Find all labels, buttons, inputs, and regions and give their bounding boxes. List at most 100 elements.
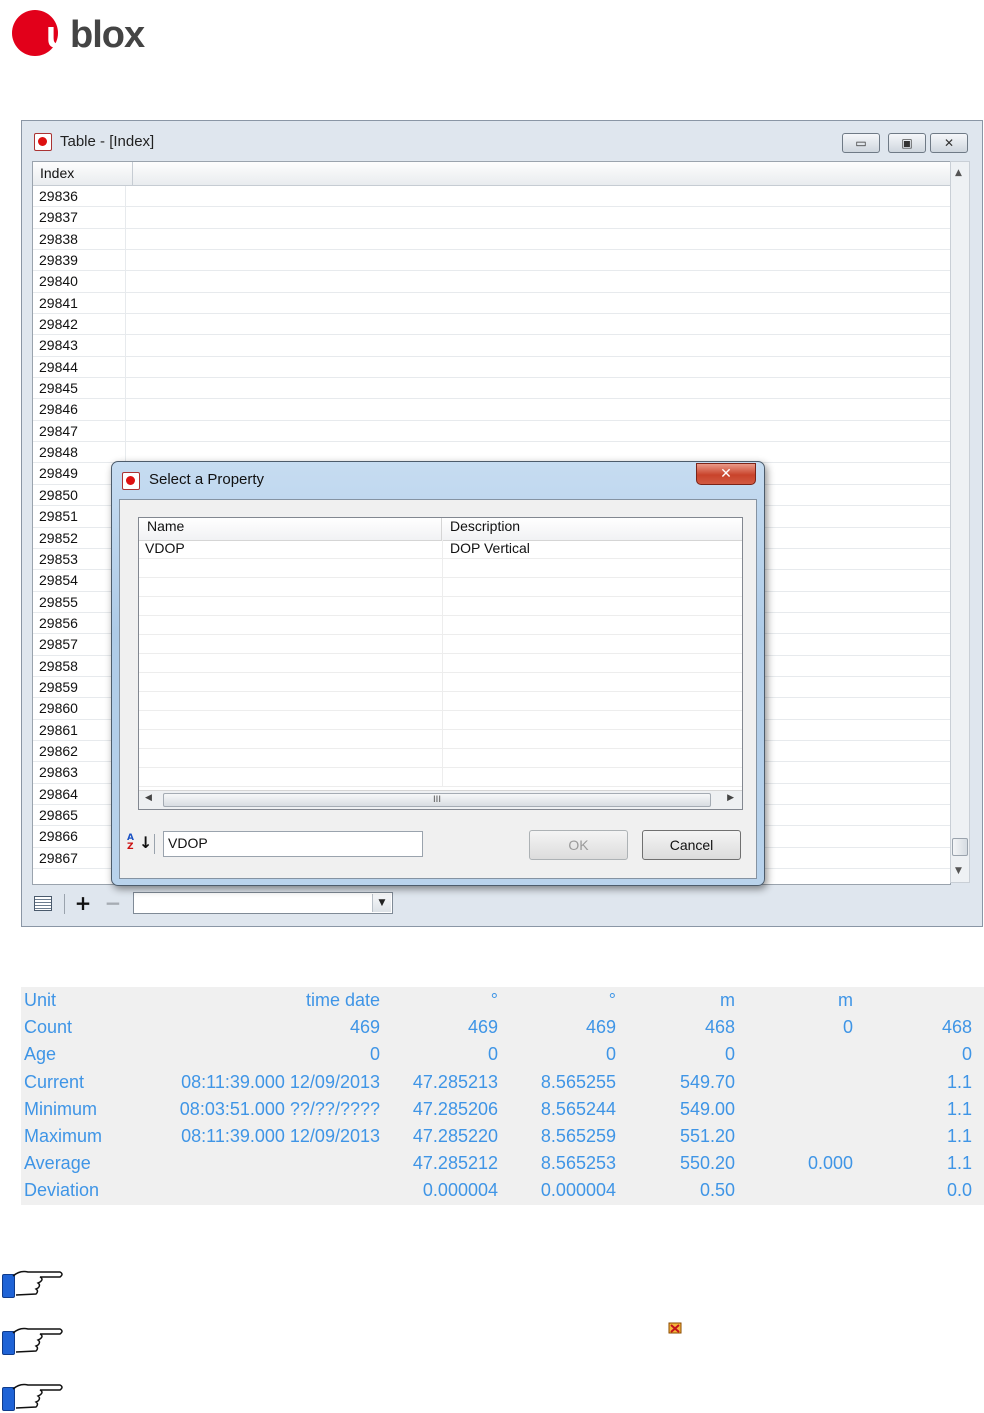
property-filter-input[interactable]: VDOP [163, 831, 423, 857]
property-name [139, 616, 443, 635]
table-row[interactable]: 29844 [33, 356, 950, 379]
hscroll-thumb[interactable]: III [163, 793, 711, 807]
property-description: DOP Vertical [450, 540, 530, 556]
list-item[interactable] [139, 768, 742, 787]
column-select-combo[interactable]: ▼ [133, 892, 393, 914]
table-row[interactable]: 29837 [33, 207, 950, 229]
list-item[interactable] [139, 578, 742, 597]
stats-value: 0 [842, 1017, 853, 1038]
property-list[interactable]: Name Description VDOP DOP Vertical ◀ III … [138, 517, 743, 810]
cancel-button[interactable]: Cancel [642, 830, 741, 860]
column-header-description[interactable]: Description [442, 518, 742, 540]
pointing-hand-icon [2, 1381, 64, 1413]
scroll-right-icon[interactable]: ▶ [727, 793, 734, 803]
stats-value: 8.565255 [540, 1071, 616, 1092]
grid-header: Index [33, 162, 950, 186]
list-item[interactable] [139, 692, 742, 711]
stats-value: 0.000004 [540, 1180, 616, 1201]
stats-value: 550.20 [679, 1153, 735, 1174]
table-row[interactable]: 29839 [33, 250, 950, 272]
property-description [443, 711, 742, 730]
stats-row: Age 0 0 0 0 0 [21, 1041, 984, 1068]
list-view-icon[interactable] [34, 896, 52, 911]
stats-value: 08:03:51.000 ??/??/???? [179, 1098, 380, 1119]
table-row[interactable]: 29836 [33, 186, 950, 208]
stats-value: ° [490, 990, 498, 1010]
dialog-close-button[interactable]: ✕ [696, 463, 756, 485]
stats-label: Count [24, 1017, 73, 1038]
table-row[interactable]: 29842 [33, 314, 950, 336]
logo-u: u [46, 14, 69, 56]
stats-value: 0.50 [699, 1180, 735, 1201]
table-row[interactable]: 29846 [33, 399, 950, 421]
stats-row: Deviation 0.000004 0.000004 0.50 0.0 [21, 1177, 984, 1204]
stats-value: 08:11:39.000 12/09/2013 [181, 1126, 380, 1146]
list-item[interactable] [139, 673, 742, 692]
table-row[interactable]: 29838 [33, 228, 950, 251]
logo-text: blox [70, 14, 145, 56]
scroll-up-icon[interactable]: ▲ [955, 168, 962, 178]
index-cell: 29836 [33, 186, 126, 207]
window-title-bar[interactable]: Table - [Index] ▭ ▣ ✕ [32, 129, 972, 155]
table-row[interactable]: 29847 [33, 420, 950, 443]
stats-value: 47.285213 [412, 1071, 498, 1092]
app-icon[interactable] [34, 133, 52, 151]
stats-label: Minimum [24, 1098, 98, 1119]
list-item[interactable] [139, 597, 742, 616]
property-description [443, 673, 742, 692]
index-cell: 29840 [33, 271, 126, 292]
property-description [443, 635, 742, 654]
list-item[interactable] [139, 616, 742, 635]
index-cell: 29841 [33, 292, 126, 314]
stats-row: Maximum 08:11:39.000 12/09/2013 47.285220 8… [21, 1123, 984, 1150]
list-item[interactable]: VDOP DOP Vertical [139, 540, 742, 559]
table-row[interactable]: 29843 [33, 335, 950, 357]
stats-value: 0 [724, 1044, 735, 1065]
table-row[interactable]: 29840 [33, 271, 950, 293]
stats-label: Age [24, 1044, 57, 1065]
add-column-button[interactable]: + [74, 893, 92, 913]
stats-value: 551.20 [679, 1126, 735, 1146]
scroll-down-icon[interactable]: ▼ [955, 866, 962, 876]
stats-row: Count 469 469 469 468 0 468 [21, 1014, 984, 1041]
scroll-left-icon[interactable]: ◀ [145, 793, 152, 803]
property-name [139, 692, 443, 711]
property-description [443, 692, 742, 711]
list-item[interactable] [139, 730, 742, 749]
property-description [443, 578, 742, 597]
chevron-down-icon[interactable]: ▼ [372, 894, 391, 912]
property-name [139, 597, 443, 616]
ok-button[interactable]: OK [529, 830, 628, 860]
close-button[interactable]: ✕ [930, 133, 968, 153]
table-toolbar: + − ▼ [32, 889, 972, 917]
table-row[interactable]: 29845 [33, 378, 950, 400]
column-header-index[interactable]: Index [33, 162, 133, 185]
sort-separator [154, 834, 155, 854]
minimize-button[interactable]: ▭ [842, 133, 880, 153]
pointing-hand-icon [2, 1325, 64, 1357]
remove-column-button[interactable]: − [104, 893, 122, 913]
horizontal-scrollbar[interactable]: ◀ III ▶ [139, 790, 742, 809]
sort-az-icon[interactable]: AZ ↓ [127, 834, 152, 854]
property-name [139, 768, 443, 787]
maximize-button[interactable]: ▣ [888, 133, 926, 153]
scroll-thumb[interactable] [952, 838, 968, 856]
list-item[interactable] [139, 711, 742, 730]
vertical-scrollbar[interactable]: ▲ ▼ [950, 161, 970, 883]
property-description [443, 768, 742, 787]
stats-value: 0 [961, 1044, 972, 1065]
list-item[interactable] [139, 559, 742, 578]
column-header-name[interactable]: Name [139, 518, 442, 540]
table-row[interactable]: 29841 [33, 292, 950, 315]
list-item[interactable] [139, 654, 742, 673]
toolbar-separator [64, 894, 65, 914]
stats-value: 47.285212 [412, 1153, 498, 1174]
stats-value: 468 [941, 1017, 972, 1038]
property-description [443, 559, 742, 578]
list-item[interactable] [139, 635, 742, 654]
dialog-title: Select a Property [149, 471, 265, 488]
stats-row: Minimum 08:03:51.000 ??/??/???? 47.285206 8… [21, 1096, 984, 1123]
stats-value: 0.000004 [422, 1180, 498, 1201]
property-name [139, 578, 443, 597]
list-item[interactable] [139, 749, 742, 768]
